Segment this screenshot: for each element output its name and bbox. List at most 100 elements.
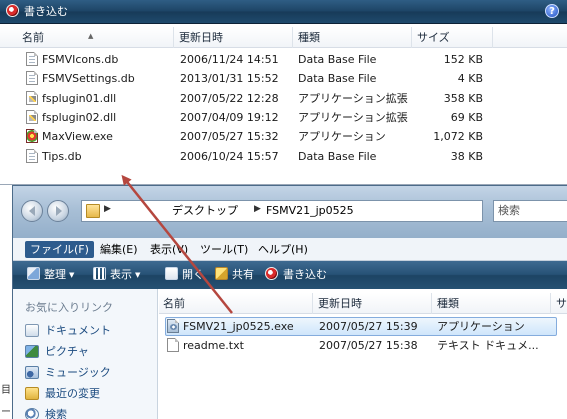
file-name-cell: fsplugin02.dll bbox=[26, 108, 174, 127]
chevron-down-icon: ▼ bbox=[135, 271, 141, 279]
column-header-row: 名前 ▲ 更新日時 種類 サイズ bbox=[0, 27, 567, 48]
burn-disc-icon bbox=[6, 4, 19, 17]
column-header-row: 名前 更新日時 種類 サ bbox=[159, 293, 567, 314]
file-type-cell: アプリケーション bbox=[298, 130, 386, 144]
help-icon[interactable]: ? bbox=[545, 4, 559, 18]
file-size-cell: 1,072 KB bbox=[433, 130, 483, 144]
menu-bar: ファイル(F) 編集(E) 表示(V) ツール(T) ヘルプ(H) bbox=[13, 238, 567, 261]
foreground-explorer-window: ▶ デスクトップ ▶ FSMV21_jp0525 検索 ファイル(F) 編集(E… bbox=[12, 185, 567, 419]
column-header-date[interactable]: 更新日時 bbox=[175, 27, 293, 48]
burn-button[interactable]: 書き込む bbox=[265, 267, 327, 283]
organize-icon bbox=[27, 267, 40, 280]
file-row[interactable]: fsplugin02.dll 2007/04/09 19:12 アプリケーション拡張… bbox=[0, 108, 567, 127]
column-header-name[interactable]: 名前 ▲ bbox=[18, 27, 174, 48]
share-icon bbox=[215, 267, 228, 280]
file-row-selected[interactable]: FSMV21_jp0525.exe 2007/05/27 15:39 アプリケーショ… bbox=[159, 317, 567, 336]
file-type-cell: Data Base File bbox=[298, 72, 377, 86]
file-type-cell: Data Base File bbox=[298, 149, 377, 163]
column-header-name[interactable]: 名前 bbox=[159, 293, 313, 314]
file-row[interactable]: fsplugin01.dll 2007/05/22 12:28 アプリケーション拡張… bbox=[0, 89, 567, 108]
favorite-search[interactable]: 検索 bbox=[25, 406, 67, 419]
favorite-pictures[interactable]: ピクチャ bbox=[25, 343, 89, 361]
share-button[interactable]: 共有 bbox=[215, 267, 254, 283]
file-name-cell: Tips.db bbox=[26, 147, 174, 166]
file-size-cell: 38 KB bbox=[450, 149, 483, 163]
file-type-cell: Data Base File bbox=[298, 53, 377, 66]
favorite-recent[interactable]: 最近の変更 bbox=[25, 385, 100, 403]
file-size-cell: 69 KB bbox=[450, 110, 483, 124]
file-date-cell: 2007/05/27 15:32 bbox=[180, 130, 279, 144]
menu-view[interactable]: 表示(V) bbox=[145, 241, 193, 258]
file-row[interactable]: FSMVSettings.db 2013/01/31 15:52 Data Base… bbox=[0, 69, 567, 88]
burn-button-label: 書き込む bbox=[24, 5, 68, 18]
file-date-cell: 2013/01/31 15:52 bbox=[180, 72, 279, 86]
recent-changes-icon bbox=[25, 387, 39, 400]
back-button[interactable] bbox=[21, 200, 43, 222]
column-header-size[interactable]: サイズ bbox=[413, 27, 493, 48]
file-name-cell: MaxView.exe bbox=[26, 127, 174, 146]
file-row[interactable]: Tips.db 2006/10/24 15:57 Data Base File 38 … bbox=[0, 147, 567, 166]
views-icon bbox=[93, 267, 106, 280]
column-header-size[interactable]: サ bbox=[552, 293, 567, 314]
file-date-cell: 2007/05/27 15:38 bbox=[319, 339, 418, 352]
search-input[interactable]: 検索 bbox=[493, 200, 567, 222]
open-button[interactable]: 開く bbox=[165, 267, 204, 283]
file-type-cell: アプリケーション bbox=[437, 320, 525, 333]
file-type-cell: アプリケーション拡張 bbox=[298, 110, 408, 124]
menu-edit[interactable]: 編集(E) bbox=[95, 241, 143, 258]
file-name-cell: FSMV21_jp0525.exe bbox=[167, 317, 315, 336]
file-name-cell: readme.txt bbox=[167, 336, 315, 355]
favorite-documents[interactable]: ドキュメント bbox=[25, 322, 111, 340]
file-type-cell: テキスト ドキュメ... bbox=[437, 339, 539, 352]
documents-icon bbox=[25, 324, 39, 337]
menu-file[interactable]: ファイル(F) bbox=[25, 241, 94, 258]
window-frame-top: ▶ デスクトップ ▶ FSMV21_jp0525 検索 bbox=[13, 186, 567, 238]
text-file-icon bbox=[167, 338, 179, 352]
chevron-down-icon: ▼ bbox=[69, 271, 75, 279]
address-bar[interactable]: ▶ デスクトップ ▶ FSMV21_jp0525 bbox=[81, 200, 483, 222]
breadcrumb-separator-icon: ▶ bbox=[254, 204, 261, 214]
file-size-cell: 4 KB bbox=[457, 72, 483, 86]
column-header-date[interactable]: 更新日時 bbox=[314, 293, 432, 314]
file-date-cell: 2007/05/22 12:28 bbox=[180, 91, 279, 105]
background-explorer-window: 書き込む ? 名前 ▲ 更新日時 種類 サイズ FSMVIcons.db 2006… bbox=[0, 0, 567, 185]
file-size-cell: 152 KB bbox=[443, 53, 483, 66]
file-row[interactable]: readme.txt 2007/05/27 15:38 テキスト ドキュメ... bbox=[159, 336, 567, 355]
menu-help[interactable]: ヘルプ(H) bbox=[253, 241, 313, 258]
file-type-cell: アプリケーション拡張 bbox=[298, 91, 408, 105]
file-row[interactable]: MaxView.exe 2007/05/27 15:32 アプリケーション 1,072… bbox=[0, 127, 567, 146]
command-bar: 書き込む ? bbox=[0, 0, 567, 24]
column-header-type[interactable]: 種類 bbox=[294, 27, 412, 48]
command-toolbar: 整理 ▼ 表示 ▼ 開く 共有 書き込む bbox=[13, 261, 567, 289]
db-file-icon bbox=[26, 71, 38, 86]
breadcrumb-desktop[interactable]: デスクトップ bbox=[172, 201, 238, 221]
file-size-cell: 358 KB bbox=[443, 91, 483, 105]
file-name-cell: fsplugin01.dll bbox=[26, 89, 174, 108]
search-icon bbox=[25, 408, 39, 419]
file-date-cell: 2006/10/24 15:57 bbox=[180, 149, 279, 163]
maxview-exe-icon bbox=[26, 129, 38, 144]
column-header-type[interactable]: 種類 bbox=[433, 293, 551, 314]
burn-button[interactable]: 書き込む bbox=[6, 4, 68, 20]
file-date-cell: 2007/04/09 19:12 bbox=[180, 110, 279, 124]
folder-icon bbox=[86, 204, 100, 218]
breadcrumb-separator-icon: ▶ bbox=[104, 204, 111, 214]
favorite-links-title: お気に入りリンク bbox=[25, 301, 113, 314]
favorite-music[interactable]: ミュージック bbox=[25, 364, 111, 382]
dll-file-icon bbox=[26, 90, 38, 105]
forward-button[interactable] bbox=[47, 200, 69, 222]
burn-disc-icon bbox=[265, 267, 278, 280]
navigation-pane: お気に入りリンク ドキュメント ピクチャ ミュージック 最近の変更 検索 bbox=[13, 289, 158, 419]
sort-ascending-icon: ▲ bbox=[88, 32, 94, 40]
organize-button[interactable]: 整理 ▼ bbox=[27, 267, 74, 283]
clipped-text: ー bbox=[1, 407, 11, 418]
open-icon bbox=[165, 267, 178, 280]
file-pane: 名前 更新日時 種類 サ FSMV21_jp0525.exe 2007/05/27… bbox=[159, 289, 567, 419]
menu-tools[interactable]: ツール(T) bbox=[195, 241, 253, 258]
pictures-icon bbox=[25, 345, 39, 358]
dll-file-icon bbox=[26, 109, 38, 124]
breadcrumb-current-folder[interactable]: FSMV21_jp0525 bbox=[266, 201, 354, 221]
file-row[interactable]: FSMVIcons.db 2006/11/24 14:51 Data Base Fi… bbox=[0, 50, 567, 69]
views-button[interactable]: 表示 ▼ bbox=[93, 267, 140, 283]
file-date-cell: 2006/11/24 14:51 bbox=[180, 53, 279, 66]
